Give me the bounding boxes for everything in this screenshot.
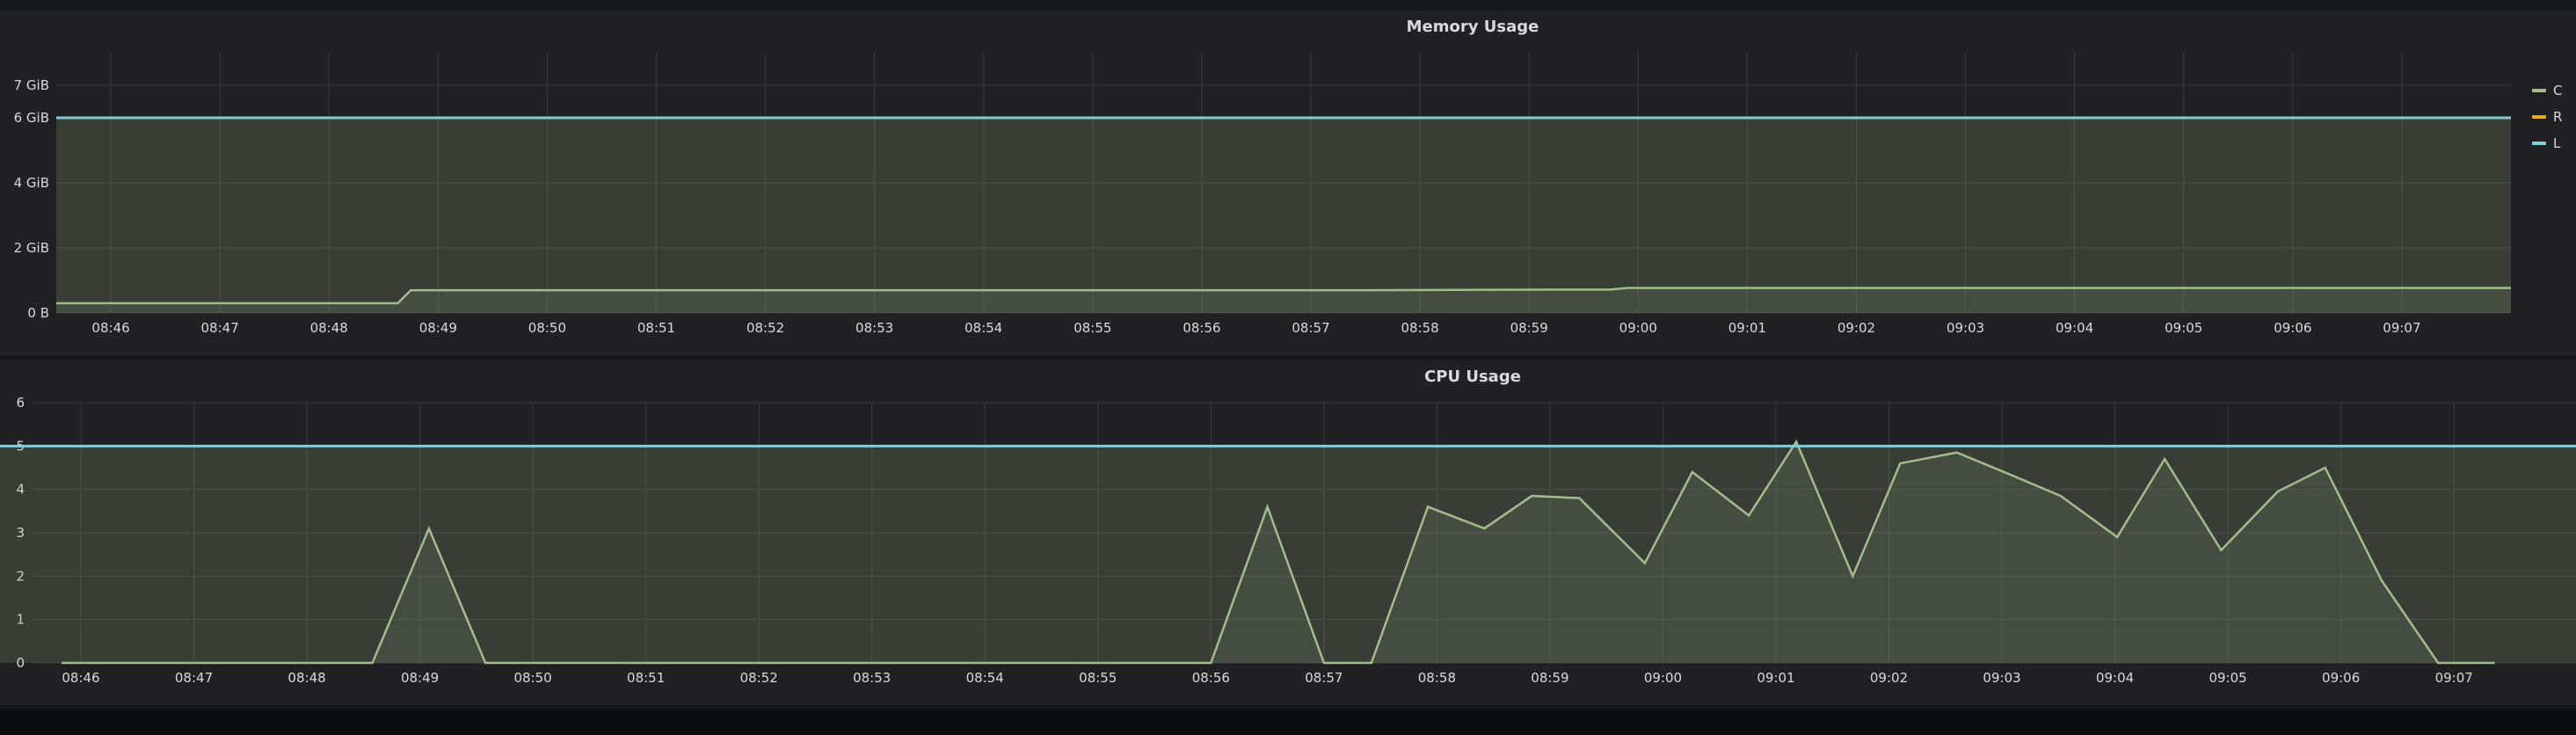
x-tick-label: 09:00 [1619, 320, 1657, 336]
y-tick-label: 2 GiB [14, 240, 49, 256]
y-tick-label: 6 GiB [14, 110, 49, 126]
x-tick-label: 08:48 [310, 320, 348, 336]
x-tick-label: 09:02 [1837, 320, 1875, 336]
x-tick-label: 08:53 [853, 670, 891, 686]
x-tick-label: 09:02 [1870, 670, 1908, 686]
limit-area [56, 118, 2511, 313]
x-tick-label: 08:50 [514, 670, 552, 686]
legend-label-c: C [2553, 83, 2563, 98]
memory-usage-panel: Memory Usage 0 B2 GiB 4 GiB 6 GiB 7 GiB 08:4… [0, 11, 2576, 355]
x-tick-label: 08:54 [964, 320, 1002, 336]
x-tick-label: 09:00 [1644, 670, 1682, 686]
x-tick-label: 08:46 [62, 670, 99, 686]
x-tick-label: 08:58 [1418, 670, 1456, 686]
x-tick-label: 08:54 [966, 670, 1004, 686]
x-tick-label: 09:04 [2056, 320, 2093, 336]
x-tick-label: 09:03 [1947, 320, 1984, 336]
x-tick-label: 09:04 [2096, 670, 2134, 686]
x-tick-label: 08:46 [91, 320, 129, 336]
x-tick-label: 08:59 [1510, 320, 1548, 336]
x-tick-label: 08:59 [1531, 670, 1568, 686]
legend-item-r[interactable]: R [2532, 104, 2562, 130]
x-tick-label: 08:48 [287, 670, 325, 686]
legend-label-l: L [2553, 135, 2561, 151]
x-tick-label: 09:06 [2274, 320, 2311, 336]
x-tick-label: 09:06 [2322, 670, 2360, 686]
x-tick-label: 08:55 [1079, 670, 1117, 686]
y-tick-label: 6 [16, 395, 25, 411]
x-tick-label: 09:05 [2209, 670, 2247, 686]
x-tick-label: 09:03 [1983, 670, 2020, 686]
y-tick-label: 0 B [27, 305, 49, 321]
x-tick-label: 08:47 [175, 670, 213, 686]
x-tick-label: 08:51 [627, 670, 665, 686]
memory-usage-legend: C R L [2532, 77, 2562, 156]
x-tick-label: 09:05 [2165, 320, 2202, 336]
x-tick-label: 08:49 [401, 670, 439, 686]
limit-area [0, 446, 2576, 663]
x-tick-label: 09:01 [1757, 670, 1794, 686]
x-tick-label: 08:57 [1292, 320, 1329, 336]
x-tick-label: 09:07 [2435, 670, 2473, 686]
cpu-usage-panel: CPU Usage 012345608:4608:4708:4808:4908:… [0, 360, 2576, 705]
legend-item-c[interactable]: C [2532, 77, 2562, 104]
cpu-usage-chart: 012345608:4608:4708:4808:4908:5008:5108:… [0, 395, 2576, 686]
x-tick-label: 08:53 [855, 320, 893, 336]
x-tick-label: 08:52 [740, 670, 778, 686]
x-tick-label: 08:56 [1192, 670, 1230, 686]
legend-swatch-r [2532, 115, 2546, 119]
x-tick-label: 09:01 [1728, 320, 1766, 336]
y-tick-label: 4 GiB [14, 175, 49, 191]
legend-swatch-l [2532, 142, 2546, 145]
x-tick-label: 08:55 [1073, 320, 1111, 336]
x-tick-label: 08:49 [419, 320, 457, 336]
x-tick-label: 08:52 [746, 320, 784, 336]
x-tick-label: 08:57 [1305, 670, 1343, 686]
dashboard-footer-strip [0, 710, 2576, 735]
legend-swatch-c [2532, 89, 2546, 92]
x-tick-label: 08:47 [201, 320, 239, 336]
x-tick-label: 09:07 [2383, 320, 2420, 336]
x-tick-label: 08:58 [1401, 320, 1438, 336]
x-tick-label: 08:51 [637, 320, 675, 336]
legend-item-l[interactable]: L [2532, 130, 2562, 156]
memory-usage-chart: 0 B 2 GiB 4 GiB 6 GiB 7 GiB 08:46 08:47 08:48 08… [14, 53, 2511, 336]
legend-label-r: R [2553, 109, 2563, 125]
y-tick-label: 7 GiB [14, 77, 49, 93]
x-tick-label: 08:50 [528, 320, 566, 336]
x-tick-label: 08:56 [1182, 320, 1220, 336]
